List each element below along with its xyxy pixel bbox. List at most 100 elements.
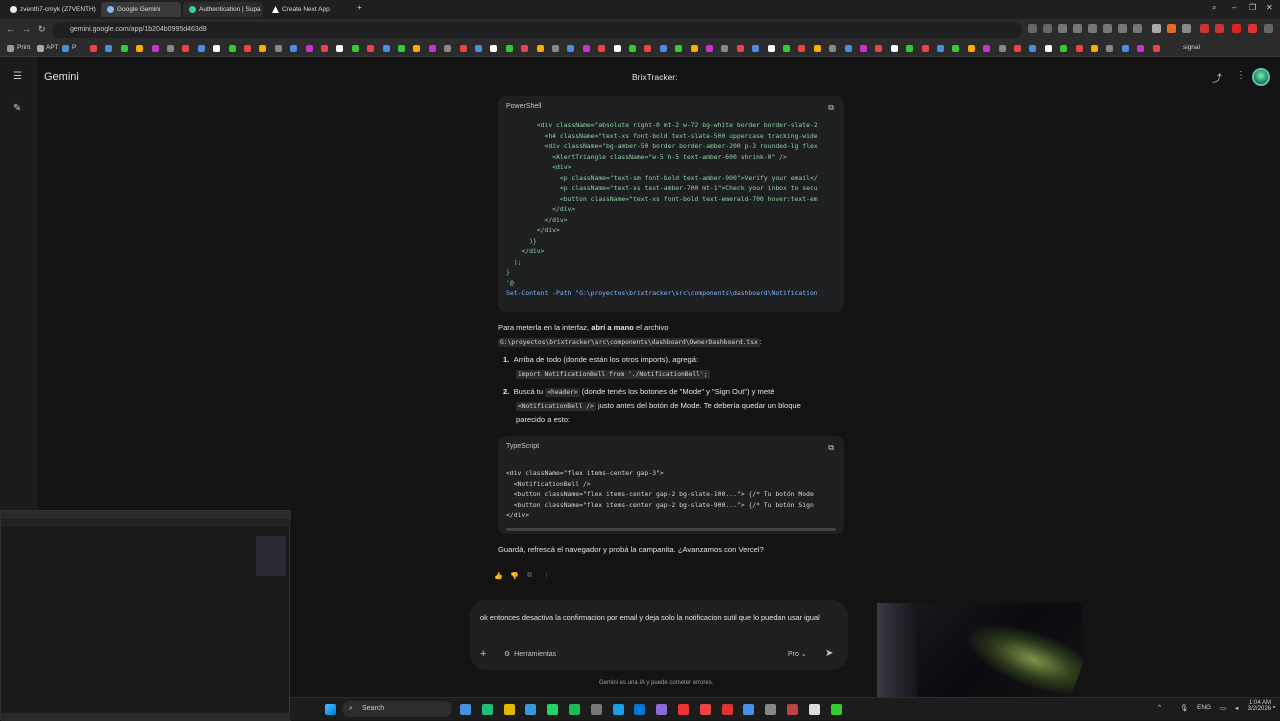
bookmark-icon[interactable]: [937, 45, 944, 52]
taskbar-app-icon[interactable]: [656, 704, 668, 715]
bookmark-print[interactable]: Print: [17, 44, 30, 51]
bookmark-icon[interactable]: [829, 45, 837, 52]
new-chat-edit-icon[interactable]: ✎: [13, 103, 21, 114]
bookmark-icon[interactable]: [259, 45, 267, 52]
bookmark-icon[interactable]: [136, 45, 144, 52]
bookmark-icon[interactable]: [1014, 45, 1021, 52]
bookmark-icon[interactable]: [629, 45, 636, 52]
bookmark-icon[interactable]: [305, 45, 313, 52]
bookmark-apt[interactable]: APT: [46, 44, 59, 51]
mic-icon[interactable]: 🎙: [1180, 704, 1188, 712]
back-icon[interactable]: ←: [6, 24, 15, 34]
extension-icon[interactable]: [1073, 24, 1082, 33]
bookmark-icon[interactable]: [613, 45, 621, 52]
bookmark-icon[interactable]: [675, 45, 683, 52]
bookmark-icon[interactable]: [290, 45, 298, 52]
copy-response-icon[interactable]: ⧉: [527, 572, 532, 580]
bookmark-icon[interactable]: [244, 45, 251, 52]
taskbar-app-icon[interactable]: [460, 704, 471, 715]
url-input[interactable]: gemini.google.com/app/1b204b0995d463d8: [52, 22, 1022, 38]
taskbar-app-icon[interactable]: [634, 704, 646, 715]
bookmark-icon[interactable]: [952, 45, 960, 52]
bookmark-icon[interactable]: [213, 45, 221, 52]
bookmark-icon[interactable]: [197, 45, 205, 52]
new-tab-icon[interactable]: +: [357, 3, 362, 12]
bookmark-icon[interactable]: [721, 45, 729, 52]
bookmark-icon[interactable]: [552, 45, 559, 52]
extension-icon[interactable]: [1215, 24, 1224, 33]
bookmark-icon[interactable]: [182, 45, 190, 52]
thumbs-down-icon[interactable]: 👎: [510, 572, 519, 580]
bookmark-icon[interactable]: [413, 45, 421, 52]
bookmark-icon[interactable]: [967, 45, 975, 52]
taskbar-app-icon[interactable]: [721, 704, 733, 715]
extension-icon[interactable]: [1043, 24, 1052, 33]
taskbar-app-icon[interactable]: [699, 704, 711, 715]
taskbar-app-icon[interactable]: [787, 704, 798, 715]
bookmark-icon[interactable]: [228, 45, 236, 52]
bookmark-icon[interactable]: [906, 45, 914, 52]
extension-icon[interactable]: [1182, 24, 1191, 33]
bookmark-icon[interactable]: [459, 45, 467, 52]
bookmark-icon[interactable]: [875, 45, 883, 52]
bookmark-icon[interactable]: [690, 45, 698, 52]
extension-icon[interactable]: [1028, 24, 1037, 33]
bookmark-icon[interactable]: [428, 45, 436, 52]
bookmark-icon[interactable]: [860, 45, 867, 52]
bookmark-icon[interactable]: [398, 45, 405, 52]
taskbar-app-icon[interactable]: [612, 704, 624, 715]
language-indicator[interactable]: ENG: [1197, 704, 1211, 711]
taskbar-app-icon[interactable]: [547, 704, 559, 715]
taskbar-app-icon[interactable]: [765, 704, 777, 715]
maximize-icon[interactable]: ❐: [1249, 3, 1256, 12]
horizontal-scrollbar[interactable]: [506, 528, 836, 531]
extension-icon[interactable]: [1248, 24, 1257, 33]
taskbar-app-icon[interactable]: [590, 704, 602, 715]
share-icon[interactable]: ⤴: [1212, 70, 1222, 85]
extension-icon[interactable]: [1118, 24, 1127, 33]
notification-icon[interactable]: ▪: [1273, 704, 1275, 711]
extension-icon[interactable]: [1133, 24, 1142, 33]
bookmark-icon[interactable]: [998, 45, 1006, 52]
bookmark-icon[interactable]: [367, 45, 375, 52]
copy-icon[interactable]: ⧉: [828, 443, 834, 453]
bookmark-icon[interactable]: [659, 45, 667, 52]
tools-button[interactable]: ⚙ Herramientas: [504, 650, 556, 658]
bookmark-icon[interactable]: [274, 45, 282, 52]
taskbar-app-icon[interactable]: [481, 704, 493, 715]
forward-icon[interactable]: →: [22, 24, 31, 34]
bookmark-icon[interactable]: [706, 45, 713, 52]
bookmark-icon[interactable]: [475, 45, 482, 52]
bookmark-icon[interactable]: [798, 45, 806, 52]
network-icon[interactable]: ▭: [1220, 704, 1226, 712]
taskbar-app-icon[interactable]: [830, 704, 842, 715]
tab-create-next-app[interactable]: Create Next App: [266, 2, 346, 17]
bookmark-icon[interactable]: [1121, 45, 1129, 52]
bookmark-icon[interactable]: [90, 45, 97, 52]
thumbs-up-icon[interactable]: 👍: [494, 572, 503, 580]
bookmark-icon[interactable]: [783, 45, 790, 52]
bookmark-icon[interactable]: [351, 45, 359, 52]
bookmark-icon[interactable]: [120, 45, 128, 52]
bookmark-icon[interactable]: [1137, 45, 1145, 52]
bookmark-icon[interactable]: [890, 45, 898, 52]
bookmark-icon[interactable]: [598, 45, 606, 52]
taskbar-app-icon[interactable]: [808, 704, 820, 715]
more-options-icon[interactable]: ⋮: [1236, 70, 1246, 81]
bookmark-icon[interactable]: [536, 45, 544, 52]
tab-google-gemini[interactable]: Google Gemini: [101, 2, 181, 17]
bookmark-icon[interactable]: [752, 45, 760, 52]
extension-icon[interactable]: [1200, 24, 1209, 33]
bookmark-icon[interactable]: [921, 45, 929, 52]
send-icon[interactable]: ➤: [825, 648, 833, 659]
search-tabs-icon[interactable]: ⌕: [1212, 3, 1216, 13]
bookmark-p[interactable]: P: [72, 44, 76, 51]
bookmark-icon[interactable]: [844, 45, 852, 52]
more-actions-icon[interactable]: ⋮: [543, 572, 550, 580]
bookmark-icon[interactable]: [1152, 45, 1160, 52]
bookmark-icon[interactable]: [521, 45, 529, 52]
bookmark-icon[interactable]: [1106, 45, 1114, 52]
taskbar-app-icon[interactable]: [743, 704, 755, 715]
extension-icon[interactable]: [1152, 24, 1161, 33]
bookmark-icon[interactable]: [736, 45, 744, 52]
